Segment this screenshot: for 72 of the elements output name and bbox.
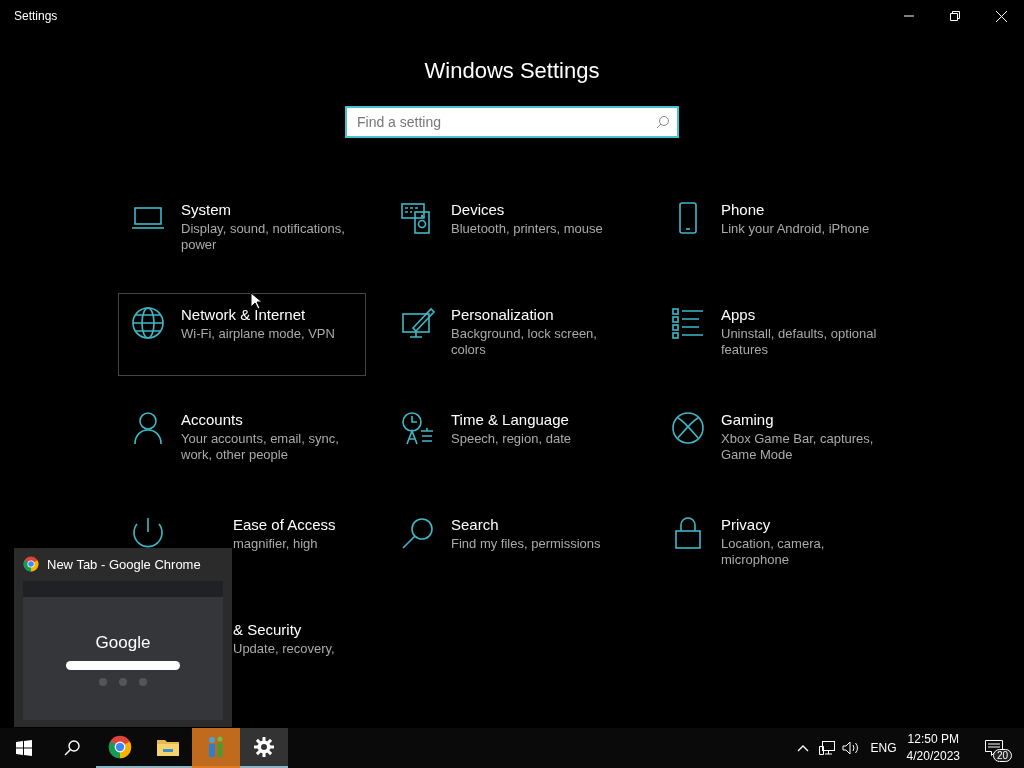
tile-description: Xbox Game Bar, captures, Game Mode [721, 431, 875, 463]
clock-letters-icon [401, 411, 435, 445]
settings-tile[interactable]: Devices Bluetooth, printers, mouse [388, 188, 636, 271]
gear-icon [254, 737, 274, 757]
person-icon [131, 411, 165, 445]
window-preview-tooltip[interactable]: New Tab - Google Chrome Google [14, 548, 232, 727]
tile-description: Find my files, permissions [451, 536, 601, 552]
tile-title: Personalization [451, 306, 555, 323]
network-icon[interactable] [818, 741, 835, 755]
tile-title: Ease of Access [233, 516, 336, 533]
settings-tile[interactable]: Personalization Background, lock screen, colors [388, 293, 636, 376]
tile-description: Bluetooth, printers, mouse [451, 221, 603, 237]
settings-tile[interactable]: Apps Uninstall, defaults, optional features [658, 293, 906, 376]
settings-tile[interactable]: Search Find my files, permissions [388, 503, 636, 586]
search-field[interactable]: Find a setting [345, 106, 679, 138]
shortcut-tile-icon [99, 678, 107, 686]
folder-icon [157, 738, 179, 756]
shortcut-tile-icon [139, 678, 147, 686]
settings-tile[interactable]: Phone Link your Android, iPhone [658, 188, 906, 271]
x-ball-icon [671, 411, 705, 445]
tile-description: Your accounts, email, sync, work, other people [181, 431, 340, 463]
notification-count: 20 [992, 749, 1012, 762]
thumbnail-logo: Google [95, 633, 151, 653]
chevron-up-icon[interactable] [796, 744, 809, 752]
tile-title: Time & Language [451, 411, 570, 428]
list-icon [671, 306, 705, 340]
tile-title: Accounts [181, 411, 244, 428]
tile-description: Uninstall, defaults, optional features [721, 326, 878, 358]
speaker-icon[interactable] [841, 741, 860, 755]
tile-description: Update, recovery, [233, 641, 335, 657]
tile-description: magnifier, high [233, 536, 319, 552]
tile-title: Gaming [721, 411, 775, 428]
chrome-icon [23, 556, 39, 572]
mouse-cursor-icon [250, 292, 262, 310]
windows-logo-icon [16, 740, 32, 756]
chrome-icon [108, 735, 132, 759]
clock-date[interactable]: 4/20/2023 [906, 748, 960, 765]
tile-title: System [181, 201, 232, 218]
search-icon [656, 115, 670, 129]
tile-title: Phone [721, 201, 766, 218]
tile-title: & Security [233, 621, 303, 638]
page-heading: Windows Settings [424, 58, 600, 84]
tile-title: Devices [451, 201, 506, 218]
tile-title: Privacy [721, 516, 772, 533]
search-icon [64, 740, 80, 756]
figures-icon [206, 736, 226, 758]
shortcut-tile-icon [119, 678, 127, 686]
settings-tile[interactable]: Network & Internet Wi-Fi, airplane mode, VPN [118, 293, 366, 376]
window-title: Settings [14, 9, 58, 23]
search-icon [401, 516, 435, 550]
settings-tile[interactable]: Accounts Your accounts, email, sync, work, other people [118, 398, 366, 481]
settings-tile[interactable]: Time & Language Speech, region, date [388, 398, 636, 481]
taskbar-app-button[interactable] [240, 728, 288, 768]
language-indicator[interactable]: ENG [870, 741, 897, 755]
tile-description: Background, lock screen, colors [451, 326, 598, 358]
tile-title: Network & Internet [181, 306, 307, 323]
restore-icon [950, 11, 960, 21]
tile-title: Apps [721, 306, 757, 323]
globe-icon [131, 306, 165, 340]
tile-description: Location, camera, microphone [721, 536, 826, 568]
settings-tile[interactable]: Privacy Location, camera, microphone [658, 503, 906, 586]
settings-tile[interactable]: System Display, sound, notifications, power [118, 188, 366, 271]
preview-title: New Tab - Google Chrome [47, 556, 201, 572]
tile-description: Speech, region, date [451, 431, 571, 447]
tile-title: Search [451, 516, 500, 533]
close-icon [995, 10, 1007, 22]
tile-description: Wi-Fi, airplane mode, VPN [181, 326, 335, 342]
monitor-brush-icon [401, 306, 435, 340]
clock-time[interactable]: 12:50 PM [907, 731, 959, 748]
tile-description: Link your Android, iPhone [721, 221, 870, 237]
tile-description: Display, sound, notifications, power [181, 221, 346, 253]
settings-tile[interactable]: Gaming Xbox Game Bar, captures, Game Mode [658, 398, 906, 481]
